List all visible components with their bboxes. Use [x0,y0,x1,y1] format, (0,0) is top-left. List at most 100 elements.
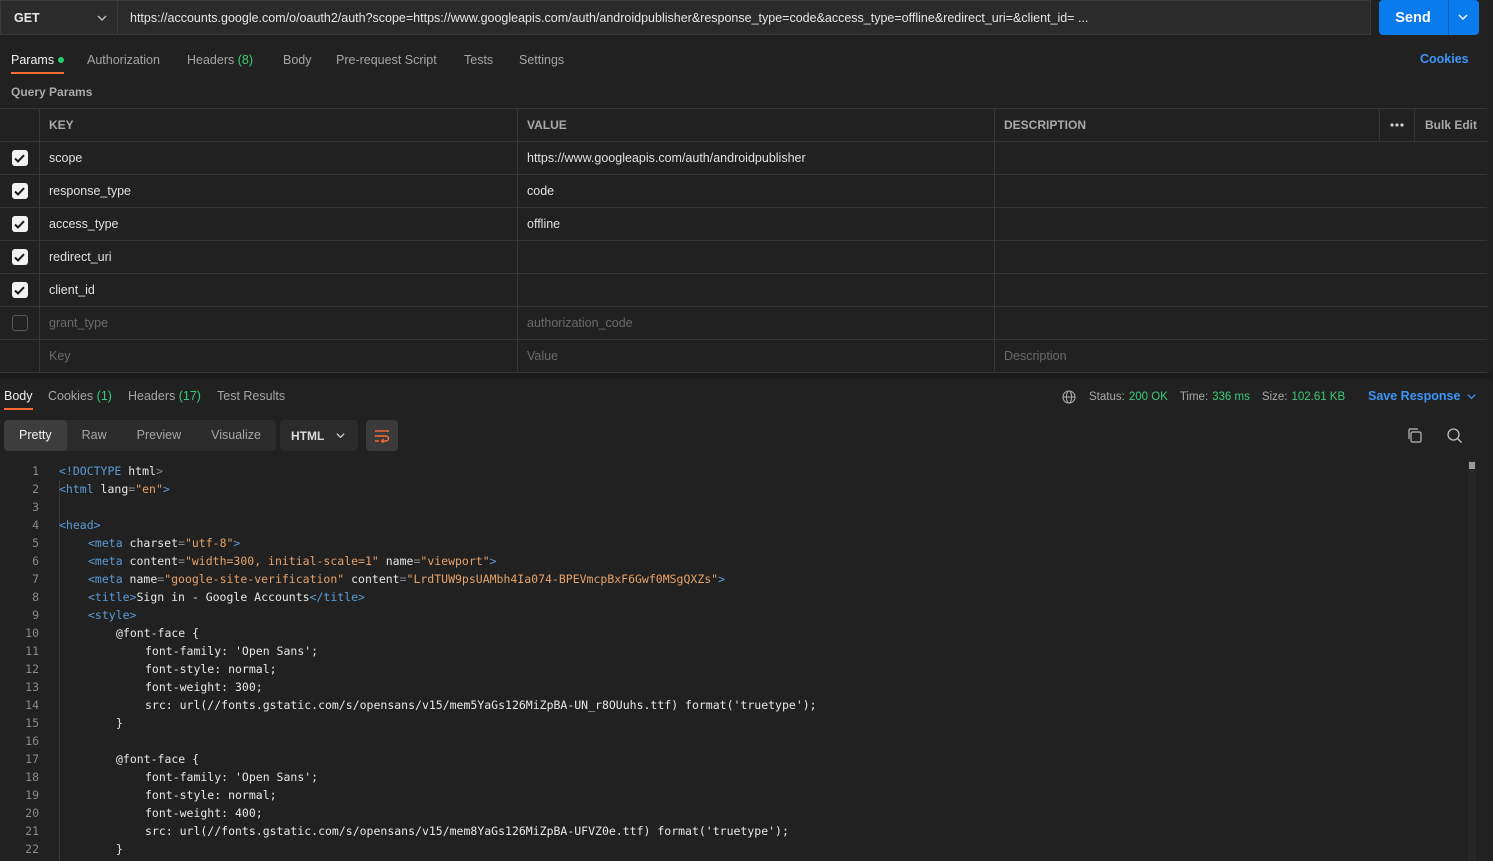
param-value[interactable]: authorization_code [518,307,995,339]
checkmark-icon [14,187,25,196]
url-input[interactable]: https://accounts.google.com/o/oauth2/aut… [117,0,1371,35]
column-description: DESCRIPTION [1004,118,1087,132]
response-status: Status: 200 OK Time: 336 ms Size: 102.61 KB [1062,389,1357,405]
url-text: https://accounts.google.com/o/oauth2/aut… [130,10,1089,25]
send-button[interactable]: Send [1379,0,1479,35]
checkmark-icon [14,286,25,295]
tab-params[interactable]: Params [11,48,65,74]
param-description[interactable] [995,274,1379,306]
time-value[interactable]: 336 ms [1212,391,1250,403]
code-line: 7 <meta name="google-site-verification" c… [32,572,726,586]
tab-prerequest-script[interactable]: Pre-request Script [336,48,437,74]
param-key[interactable]: client_id [40,274,518,306]
code-line: 11 font-family: 'Open Sans'; [25,644,319,658]
chevron-down-icon [1467,393,1477,399]
param-value[interactable] [518,241,995,273]
wrap-lines-icon [374,429,390,443]
new-value-input[interactable]: Value [518,340,995,372]
code-line: 21 src: url(//fonts.gstatic.com/s/opensan… [25,824,789,838]
tab-response-body[interactable]: Body [4,384,33,410]
table-row: scope https://www.googleapis.com/auth/an… [0,142,1487,175]
chevron-down-icon [97,15,107,21]
method-select[interactable]: GET [0,0,117,35]
tab-authorization[interactable]: Authorization [87,48,160,74]
code-line: 14 src: url(//fonts.gstatic.com/s/opensan… [25,698,817,712]
query-params-table: KEY VALUE DESCRIPTION Bulk Edit scope ht… [0,108,1487,373]
more-options-button[interactable] [1379,109,1415,141]
method-label: GET [14,10,40,25]
param-value[interactable]: code [518,175,995,207]
row-checkbox[interactable] [11,150,28,166]
row-checkbox[interactable] [11,249,28,265]
checkmark-icon [14,154,25,163]
size-value[interactable]: 102.61 KB [1291,391,1345,403]
param-key[interactable]: access_type [40,208,518,240]
tab-response-cookies[interactable]: Cookies (1) [48,384,112,410]
new-key-input[interactable]: Key [40,340,518,372]
view-pretty[interactable]: Pretty [4,420,67,451]
new-description-input[interactable]: Description [995,340,1379,372]
code-line: 18 font-family: 'Open Sans'; [25,770,319,784]
tab-test-results[interactable]: Test Results [217,384,285,410]
param-value[interactable]: offline [518,208,995,240]
tab-headers[interactable]: Headers (8) [187,48,253,74]
param-description[interactable] [995,142,1379,174]
param-key[interactable]: response_type [40,175,518,207]
code-line: 20 font-weight: 400; [25,806,263,820]
wrap-lines-button[interactable] [365,420,398,451]
response-view-bar: Pretty Raw Preview Visualize HTML [4,420,398,452]
format-select[interactable]: HTML [279,420,358,451]
search-icon[interactable] [1446,427,1463,444]
param-description[interactable] [995,208,1379,240]
code-line: 22} [25,842,123,856]
code-line: 1 <!DOCTYPE html> [32,464,163,478]
tab-response-headers[interactable]: Headers (17) [128,384,201,410]
time-label: Time: [1179,391,1209,403]
tab-tests[interactable]: Tests [464,48,493,74]
param-description[interactable] [995,241,1379,273]
header-checkbox-cell [0,109,40,141]
code-line: 2 <html lang="en"> [32,482,170,496]
table-row: response_type code [0,175,1487,208]
param-value[interactable]: https://www.googleapis.com/auth/androidp… [518,142,995,174]
view-visualize[interactable]: Visualize [196,420,276,451]
code-line: 19 font-style: normal; [25,788,277,802]
code-scrollbar[interactable] [1468,460,1476,861]
code-line: 15} [25,716,123,730]
send-label: Send [1395,9,1431,26]
code-line: 16 [25,734,39,748]
param-key[interactable]: redirect_uri [40,241,518,273]
row-checkbox[interactable] [11,282,28,298]
pane-resize-handle[interactable] [0,373,1493,379]
globe-icon[interactable] [1062,390,1076,404]
code-line: 13 font-weight: 300; [25,680,263,694]
status-value[interactable]: 200 OK [1129,391,1168,403]
chevron-down-icon[interactable] [1457,11,1469,23]
code-line: 6 <meta content="width=300, initial-scale… [32,554,497,568]
param-value[interactable] [518,274,995,306]
code-line: 12 font-style: normal; [25,662,277,676]
view-raw[interactable]: Raw [67,420,122,451]
param-description[interactable] [995,307,1379,339]
param-key[interactable]: grant_type [40,307,518,339]
tab-settings[interactable]: Settings [519,48,564,74]
row-checkbox[interactable] [11,315,28,331]
param-key[interactable]: scope [40,142,518,174]
code-line: 17 @font-face { [25,752,200,766]
tab-body[interactable]: Body [283,48,312,74]
copy-icon[interactable] [1406,427,1423,444]
row-checkbox[interactable] [11,216,28,232]
view-preview[interactable]: Preview [122,420,196,451]
param-description[interactable] [995,175,1379,207]
save-response-button[interactable]: Save Response [1368,389,1477,403]
size-label: Size: [1261,391,1288,403]
cookies-link[interactable]: Cookies [1420,52,1469,66]
row-checkbox[interactable] [11,183,28,199]
response-code-editor[interactable]: 1 <!DOCTYPE html> 2 <html lang="en"> 3 4 <h… [0,462,1465,858]
code-line: 4 <head> [32,518,101,532]
table-header-row: KEY VALUE DESCRIPTION Bulk Edit [0,108,1487,142]
scrollbar-thumb[interactable] [1469,462,1475,469]
code-line: 9 <style> [32,608,137,622]
table-row: grant_type authorization_code [0,307,1487,340]
bulk-edit-button[interactable]: Bulk Edit [1415,109,1487,141]
